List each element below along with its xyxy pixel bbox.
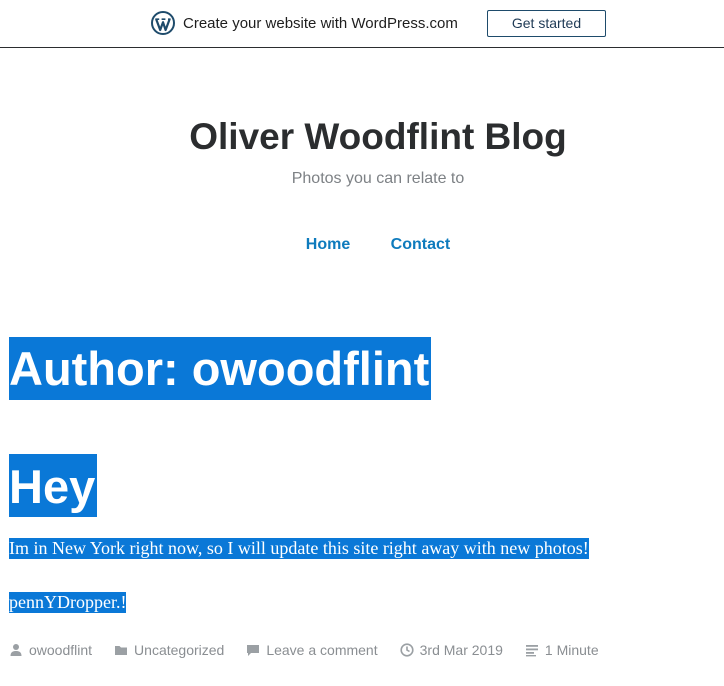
post-date-link[interactable]: 3rd Mar 2019 [420, 642, 503, 658]
meta-author: owoodflint [9, 642, 92, 658]
reading-time-icon [525, 645, 538, 657]
archive-title: Author: owoodflint [9, 337, 432, 400]
meta-reading-time: 1 Minute [525, 642, 599, 658]
post-meta: owoodflint Uncategorized Leave a comment… [9, 640, 621, 660]
post-title[interactable]: Hey [9, 454, 98, 517]
nav-item-contact[interactable]: Contact [391, 236, 451, 253]
wordpress-banner: Create your website with WordPress.com G… [0, 0, 724, 48]
user-icon [10, 644, 22, 656]
post-paragraph: pennYDropper.! [9, 592, 127, 613]
reading-time-text: 1 Minute [544, 642, 599, 658]
folder-icon [115, 646, 128, 655]
leave-comment-link[interactable]: Leave a comment [266, 642, 377, 658]
meta-category: Uncategorized [114, 642, 224, 658]
banner-promo-text[interactable]: Create your website with WordPress.com [183, 14, 458, 34]
nav-item-home[interactable]: Home [306, 236, 350, 253]
site-tagline: Photos you can relate to [291, 170, 465, 187]
category-link[interactable]: Uncategorized [134, 642, 224, 658]
get-started-button[interactable]: Get started [487, 10, 606, 37]
meta-date: 3rd Mar 2019 [400, 642, 503, 658]
comment-icon [247, 645, 260, 656]
clock-icon [400, 643, 414, 657]
main-navigation: Home Contact [0, 234, 724, 256]
meta-comments: Leave a comment [246, 642, 378, 658]
author-link[interactable]: owoodflint [29, 642, 92, 658]
site-title[interactable]: Oliver Woodflint Blog [0, 112, 724, 162]
post-paragraph: Im in New York right now, so I will upda… [9, 538, 589, 559]
wordpress-logo-icon[interactable] [151, 11, 175, 35]
